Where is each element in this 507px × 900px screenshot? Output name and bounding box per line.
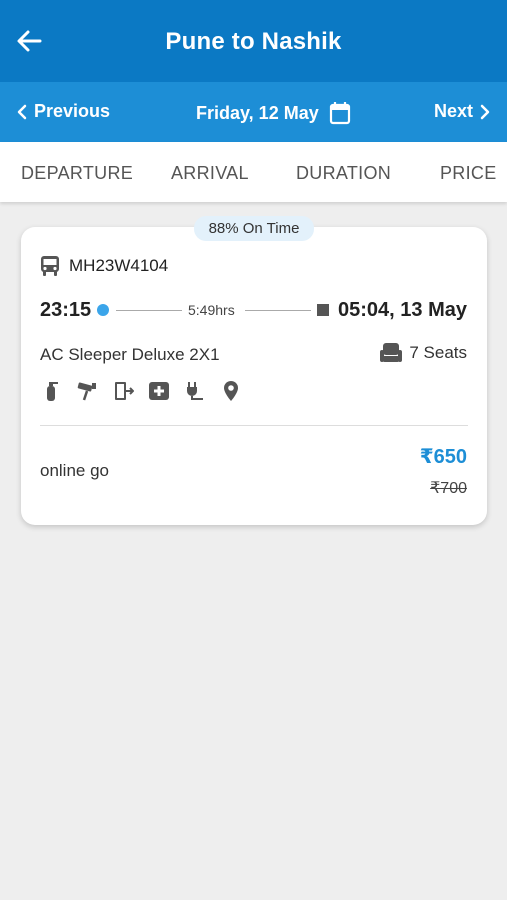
previous-day-button[interactable]: Previous <box>16 101 110 122</box>
on-time-badge: 88% On Time <box>194 216 314 241</box>
bus-number: MH23W4104 <box>69 256 169 275</box>
chevron-right-icon <box>480 104 490 119</box>
cctv-icon <box>76 380 98 402</box>
calendar-icon <box>329 102 350 125</box>
first-aid-icon <box>148 380 170 402</box>
amenities-row <box>40 380 242 402</box>
selected-date: Friday, 12 May <box>196 102 319 123</box>
card-divider <box>40 425 468 426</box>
seats-label: 7 Seats <box>409 343 467 362</box>
page-title: Pune to Nashik <box>165 28 342 55</box>
next-label: Next <box>433 101 473 121</box>
operator-name: online go <box>40 461 110 480</box>
sort-arrival[interactable]: ARRIVAL <box>171 163 249 184</box>
date-navigation-bar: Previous Friday, 12 May Next <box>0 82 507 142</box>
sort-duration[interactable]: DURATION <box>296 163 391 184</box>
sort-departure[interactable]: DEPARTURE <box>21 163 133 184</box>
bus-type: AC Sleeper Deluxe 2X1 <box>40 345 220 364</box>
departure-dot <box>97 304 109 316</box>
app-bar: Pune to Nashik <box>0 0 507 82</box>
sort-bar: DEPARTURE ARRIVAL DURATION PRICE <box>0 142 507 202</box>
emergency-exit-icon <box>112 380 135 402</box>
chevron-left-icon <box>17 104 27 119</box>
journey-duration: 5:49hrs <box>188 302 235 318</box>
location-tracking-icon <box>220 380 242 402</box>
departure-time: 23:15 <box>40 299 92 321</box>
arrival-time: 05:04, 13 May <box>338 299 467 321</box>
date-picker-button[interactable]: Friday, 12 May <box>196 101 351 125</box>
journey-line-start <box>116 310 182 311</box>
sort-price[interactable]: PRICE <box>440 163 497 184</box>
fire-extinguisher-icon <box>40 380 62 402</box>
charging-point-icon <box>184 380 206 402</box>
bus-number-row: MH23W4104 <box>40 255 168 277</box>
current-price: ₹650 <box>419 446 467 468</box>
bus-icon <box>41 256 59 276</box>
journey-line-end <box>245 310 311 311</box>
seat-icon <box>380 343 403 362</box>
seats-available: 7 Seats <box>379 342 467 364</box>
original-price: ₹700 <box>430 480 467 497</box>
arrival-marker <box>317 304 329 316</box>
previous-label: Previous <box>34 101 111 121</box>
next-day-button[interactable]: Next <box>434 101 491 122</box>
